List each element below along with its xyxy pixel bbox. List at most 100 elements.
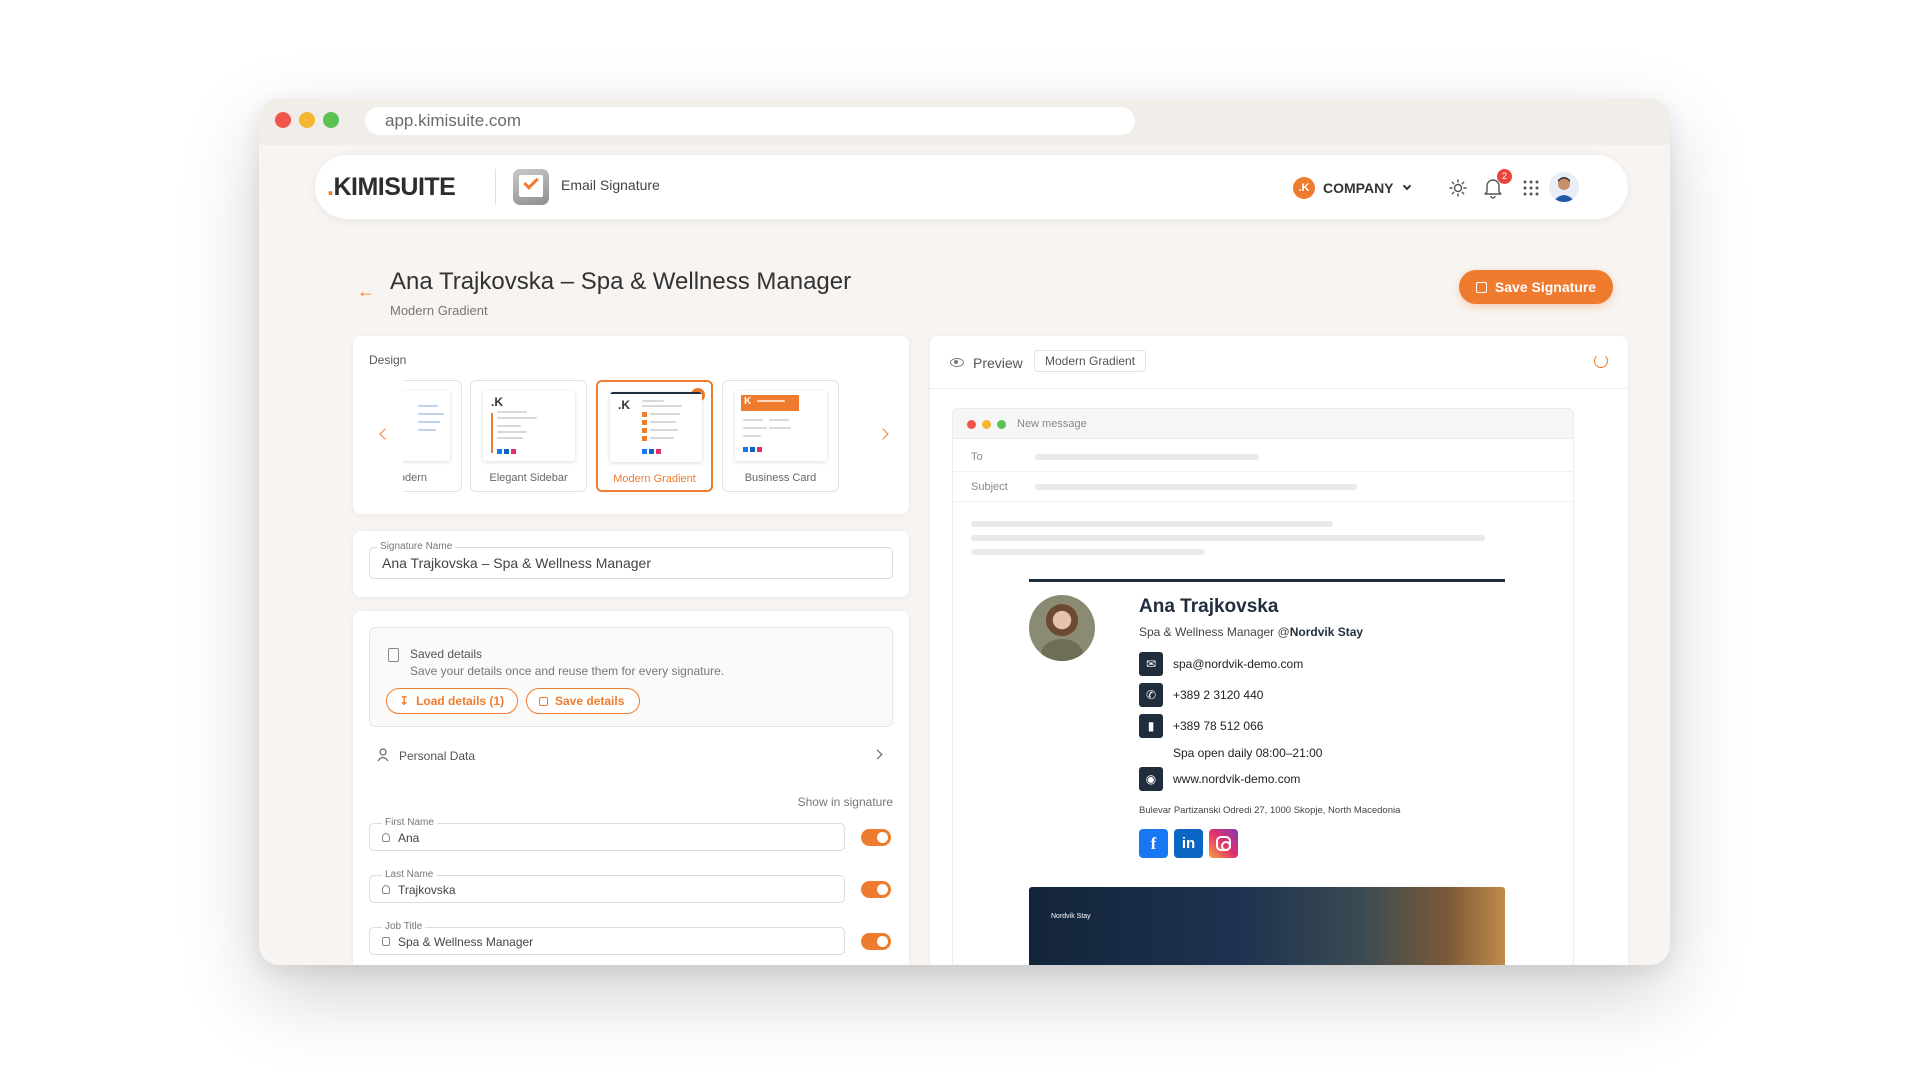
floppy-disk-icon — [1475, 281, 1487, 293]
browser-window: app.kimisuite.com .KIMISUITE Email Signa… — [259, 99, 1670, 965]
chevron-right-icon[interactable] — [877, 428, 889, 440]
save-signature-label: Save Signature — [1494, 279, 1597, 295]
signature-phone[interactable]: +389 2 3120 440 — [1173, 688, 1263, 702]
signature-mobile[interactable]: +389 78 512 066 — [1173, 719, 1263, 733]
apps-grid-icon[interactable] — [1523, 180, 1539, 196]
floppy-disk-icon — [539, 696, 548, 706]
template-name: Elegant Sidebar — [489, 472, 568, 484]
last-name-value: Trajkovska — [398, 883, 456, 897]
signature-address: Bulevar Partizanski Odredi 27, 1000 Skop… — [1139, 805, 1401, 816]
linkedin-icon[interactable]: in — [1174, 829, 1203, 858]
top-navigation: .KIMISUITE Email Signature .K COMPANY 2 — [315, 155, 1628, 219]
first-name-value: Ana — [398, 831, 420, 845]
signature-name: Ana Trajkovska — [1139, 596, 1279, 617]
subject-label: Subject — [971, 481, 1008, 493]
save-details-button[interactable]: Save details — [526, 688, 640, 714]
phone-icon: ✆ — [1139, 683, 1163, 707]
load-details-button[interactable]: ↧ Load details (1) — [386, 688, 518, 714]
last-name-show-toggle[interactable] — [861, 881, 891, 898]
first-name-show-toggle[interactable] — [861, 829, 891, 846]
compose-close-dot — [967, 420, 976, 429]
template-name: Modern Gradient — [613, 473, 696, 485]
save-details-label: Save details — [555, 694, 625, 708]
template-thumbnail: K — [735, 391, 827, 461]
preview-template-tag: Modern Gradient — [1034, 350, 1147, 372]
save-signature-button[interactable]: Save Signature — [1459, 270, 1613, 304]
personal-data-label: Personal Data — [399, 749, 476, 763]
minimize-window-button[interactable] — [299, 112, 315, 128]
company-logo: .K — [1293, 177, 1315, 199]
kimisuite-logo[interactable]: .KIMISUITE — [327, 173, 456, 202]
compose-title: New message — [1017, 418, 1087, 430]
divider — [930, 388, 1628, 389]
signature-name-card: Ana Trajkovska – Spa & Wellness Manager … — [353, 531, 909, 597]
briefcase-icon — [382, 937, 390, 946]
saved-details-box: Saved details Save your details once and… — [369, 627, 893, 727]
facebook-icon[interactable]: f — [1139, 829, 1168, 858]
refresh-icon[interactable] — [1594, 354, 1608, 368]
signature-hours: Spa open daily 08:00–21:00 — [1173, 746, 1323, 760]
profile-photo — [1029, 595, 1095, 661]
globe-icon: ◉ — [1139, 767, 1163, 791]
maximize-window-button[interactable] — [323, 112, 339, 128]
first-name-field[interactable]: First Name Ana — [369, 817, 845, 851]
subject-placeholder-line — [1035, 484, 1357, 490]
nav-divider — [495, 169, 496, 205]
compose-maximize-dot — [997, 420, 1006, 429]
preview-card: Preview Modern Gradient New message To S… — [930, 336, 1628, 965]
mobile-icon: ▮ — [1139, 714, 1163, 738]
template-thumbnail: .K — [483, 391, 575, 461]
compose-titlebar: New message — [953, 409, 1573, 439]
user-avatar[interactable] — [1549, 172, 1579, 202]
sun-icon[interactable] — [1449, 179, 1467, 197]
saved-details-description: Save your details once and reuse them fo… — [410, 664, 725, 678]
job-title-show-toggle[interactable] — [861, 933, 891, 950]
browser-toolbar: app.kimisuite.com — [259, 99, 1670, 145]
chevron-right-icon — [872, 749, 883, 760]
template-name: lodern — [403, 472, 427, 484]
app-title: Email Signature — [561, 177, 660, 193]
divider — [953, 501, 1573, 502]
page-subtitle: Modern Gradient — [390, 303, 488, 318]
load-details-label: Load details (1) — [416, 694, 505, 708]
download-icon: ↧ — [399, 694, 410, 708]
body-placeholder-line — [971, 535, 1485, 541]
person-icon — [377, 748, 389, 762]
close-window-button[interactable] — [275, 112, 291, 128]
signature-website[interactable]: www.nordvik-demo.com — [1173, 772, 1300, 786]
signature-banner-image: Nordvik Stay — [1029, 887, 1505, 965]
chevron-left-icon[interactable] — [379, 428, 391, 440]
template-modern-gradient[interactable]: .K Modern Gradient — [596, 380, 713, 492]
template-elegant-sidebar[interactable]: .K Elegant Sidebar — [470, 380, 587, 492]
job-title-label: Job Title — [382, 921, 426, 932]
last-name-label: Last Name — [382, 869, 437, 880]
email-signature-app-icon — [513, 169, 549, 205]
address-bar[interactable]: app.kimisuite.com — [365, 107, 1135, 135]
company-switcher[interactable]: .K COMPANY — [1293, 175, 1411, 201]
template-carousel: lodern .K Elegant Sidebar — [403, 380, 865, 494]
eye-icon — [950, 358, 964, 367]
person-icon — [382, 833, 390, 842]
signature-role: Spa & Wellness Manager @Nordvik Stay — [1139, 625, 1364, 639]
design-label: Design — [369, 353, 407, 367]
instagram-icon[interactable] — [1209, 829, 1238, 858]
page-title: Ana Trajkovska – Spa & Wellness Manager — [390, 268, 852, 295]
signature-email[interactable]: spa@nordvik-demo.com — [1173, 657, 1303, 671]
template-business-card[interactable]: K Business Card — [722, 380, 839, 492]
details-card: Saved details Save your details once and… — [353, 611, 909, 965]
back-arrow-icon[interactable]: ← — [357, 281, 375, 302]
compose-minimize-dot — [982, 420, 991, 429]
personal-data-section-toggle[interactable]: Personal Data — [369, 735, 893, 775]
job-title-field[interactable]: Job Title Spa & Wellness Manager — [369, 921, 845, 955]
template-modern[interactable]: lodern — [403, 380, 462, 492]
document-icon — [388, 648, 399, 662]
last-name-field[interactable]: Last Name Trajkovska — [369, 869, 845, 903]
banner-logo: Nordvik Stay — [1051, 913, 1091, 920]
template-thumbnail — [403, 391, 450, 461]
notification-badge: 2 — [1497, 169, 1512, 184]
signature-top-rule — [1029, 579, 1505, 582]
saved-details-title: Saved details — [410, 647, 483, 661]
to-label: To — [971, 451, 983, 463]
template-thumbnail: .K — [610, 392, 702, 462]
preview-label: Preview — [973, 355, 1023, 371]
